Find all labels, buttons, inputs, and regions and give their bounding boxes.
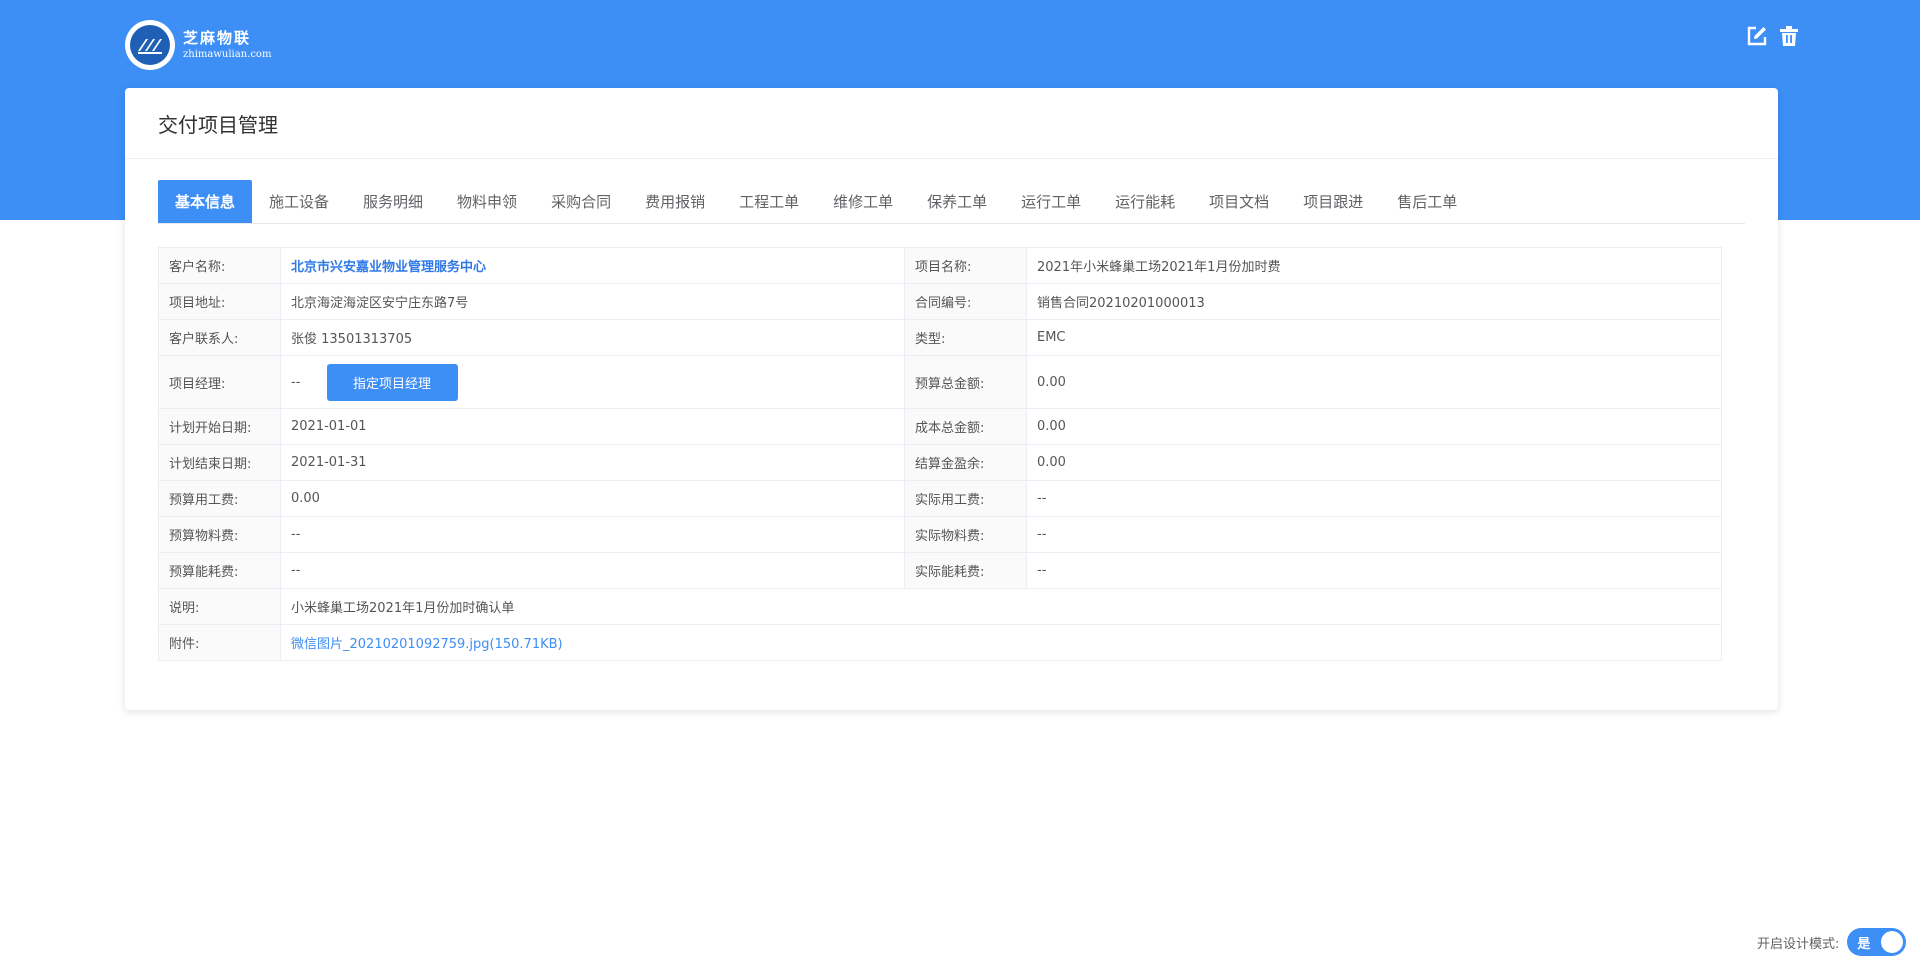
project-name-value: 2021年小米蜂巢工场2021年1月份加时费 bbox=[1027, 248, 1722, 284]
table-row: 客户名称: 北京市兴安嘉业物业管理服务中心 项目名称: 2021年小米蜂巢工场2… bbox=[159, 248, 1722, 284]
tab-service-details[interactable]: 服务明细 bbox=[346, 180, 440, 223]
design-mode-label: 开启设计模式: bbox=[1757, 933, 1839, 952]
trash-icon[interactable] bbox=[1777, 24, 1801, 48]
tab-after-sales-orders[interactable]: 售后工单 bbox=[1380, 180, 1474, 223]
logo-name: 芝麻物联 bbox=[183, 30, 271, 47]
actual-material-value: -- bbox=[1027, 517, 1722, 553]
budget-labor-label: 预算用工费: bbox=[159, 481, 281, 517]
logo-domain: zhimawulian.com bbox=[183, 49, 271, 60]
project-name-label: 项目名称: bbox=[905, 248, 1027, 284]
customer-name-label: 客户名称: bbox=[159, 248, 281, 284]
tab-material-requisition[interactable]: 物料申领 bbox=[440, 180, 534, 223]
project-address-label: 项目地址: bbox=[159, 284, 281, 320]
design-mode-switch-text: 是 bbox=[1857, 933, 1870, 952]
description-label: 说明: bbox=[159, 589, 281, 625]
project-address-value: 北京海淀海淀区安宁庄东路7号 bbox=[281, 284, 905, 320]
tab-bar: 基本信息 施工设备 服务明细 物料申领 采购合同 费用报销 工程工单 维修工单 … bbox=[158, 180, 1745, 224]
tab-basic-info[interactable]: 基本信息 bbox=[158, 180, 252, 223]
switch-knob bbox=[1881, 931, 1903, 953]
tab-repair-orders[interactable]: 维修工单 bbox=[816, 180, 910, 223]
table-row: 说明: 小米蜂巢工场2021年1月份加时确认单 bbox=[159, 589, 1722, 625]
project-manager-label: 项目经理: bbox=[159, 356, 281, 409]
attachment-link[interactable]: 微信图片_20210201092759.jpg(150.71KB) bbox=[291, 637, 563, 652]
table-row: 预算能耗费: -- 实际能耗费: -- bbox=[159, 553, 1722, 589]
settle-surplus-value: 0.00 bbox=[1027, 445, 1722, 481]
budget-energy-value: -- bbox=[281, 553, 905, 589]
page-title: 交付项目管理 bbox=[158, 109, 278, 138]
type-label: 类型: bbox=[905, 320, 1027, 356]
settle-surplus-label: 结算金盈余: bbox=[905, 445, 1027, 481]
plan-start-label: 计划开始日期: bbox=[159, 409, 281, 445]
actual-energy-label: 实际能耗费: bbox=[905, 553, 1027, 589]
customer-contact-label: 客户联系人: bbox=[159, 320, 281, 356]
table-row: 计划开始日期: 2021-01-01 成本总金额: 0.00 bbox=[159, 409, 1722, 445]
tab-operation-energy[interactable]: 运行能耗 bbox=[1098, 180, 1192, 223]
budget-material-label: 预算物料费: bbox=[159, 517, 281, 553]
cost-total-label: 成本总金额: bbox=[905, 409, 1027, 445]
table-row: 附件: 微信图片_20210201092759.jpg(150.71KB) bbox=[159, 625, 1722, 661]
actual-labor-label: 实际用工费: bbox=[905, 481, 1027, 517]
actual-material-label: 实际物料费: bbox=[905, 517, 1027, 553]
table-row: 项目经理: -- 指定项目经理 预算总金额: 0.00 bbox=[159, 356, 1722, 409]
budget-total-value: 0.00 bbox=[1027, 356, 1722, 409]
customer-name-link[interactable]: 北京市兴安嘉业物业管理服务中心 bbox=[291, 260, 486, 275]
budget-energy-label: 预算能耗费: bbox=[159, 553, 281, 589]
table-row: 预算物料费: -- 实际物料费: -- bbox=[159, 517, 1722, 553]
assign-project-manager-button[interactable]: 指定项目经理 bbox=[327, 364, 458, 401]
tab-project-documents[interactable]: 项目文档 bbox=[1192, 180, 1286, 223]
table-row: 计划结束日期: 2021-01-31 结算金盈余: 0.00 bbox=[159, 445, 1722, 481]
plan-start-value: 2021-01-01 bbox=[281, 409, 905, 445]
actual-labor-value: -- bbox=[1027, 481, 1722, 517]
contract-no-label: 合同编号: bbox=[905, 284, 1027, 320]
logo-icon bbox=[125, 20, 175, 70]
plan-end-label: 计划结束日期: bbox=[159, 445, 281, 481]
attachment-label: 附件: bbox=[159, 625, 281, 661]
tab-purchase-contract[interactable]: 采购合同 bbox=[534, 180, 628, 223]
design-mode-control: 开启设计模式: 是 bbox=[1757, 928, 1906, 956]
project-manager-value: -- bbox=[291, 375, 300, 390]
edit-icon[interactable] bbox=[1745, 24, 1769, 48]
customer-contact-value: 张俊 13501313705 bbox=[281, 320, 905, 356]
design-mode-switch[interactable]: 是 bbox=[1847, 928, 1906, 956]
logo[interactable]: 芝麻物联 zhimawulian.com bbox=[125, 20, 271, 70]
cost-total-value: 0.00 bbox=[1027, 409, 1722, 445]
project-card: 交付项目管理 基本信息 施工设备 服务明细 物料申领 采购合同 费用报销 工程工… bbox=[125, 88, 1778, 710]
project-info-table: 客户名称: 北京市兴安嘉业物业管理服务中心 项目名称: 2021年小米蜂巢工场2… bbox=[158, 247, 1722, 661]
table-row: 项目地址: 北京海淀海淀区安宁庄东路7号 合同编号: 销售合同202102010… bbox=[159, 284, 1722, 320]
table-row: 客户联系人: 张俊 13501313705 类型: EMC bbox=[159, 320, 1722, 356]
description-value: 小米蜂巢工场2021年1月份加时确认单 bbox=[281, 589, 1722, 625]
tab-engineering-orders[interactable]: 工程工单 bbox=[722, 180, 816, 223]
tab-expense-reimbursement[interactable]: 费用报销 bbox=[628, 180, 722, 223]
budget-labor-value: 0.00 bbox=[281, 481, 905, 517]
card-header: 交付项目管理 bbox=[125, 88, 1778, 159]
plan-end-value: 2021-01-31 bbox=[281, 445, 905, 481]
tab-maintenance-orders[interactable]: 保养工单 bbox=[910, 180, 1004, 223]
tab-operation-orders[interactable]: 运行工单 bbox=[1004, 180, 1098, 223]
tab-construction-equipment[interactable]: 施工设备 bbox=[252, 180, 346, 223]
contract-no-value: 销售合同20210201000013 bbox=[1027, 284, 1722, 320]
tab-project-followup[interactable]: 项目跟进 bbox=[1286, 180, 1380, 223]
budget-material-value: -- bbox=[281, 517, 905, 553]
type-value: EMC bbox=[1027, 320, 1722, 356]
budget-total-label: 预算总金额: bbox=[905, 356, 1027, 409]
table-row: 预算用工费: 0.00 实际用工费: -- bbox=[159, 481, 1722, 517]
actual-energy-value: -- bbox=[1027, 553, 1722, 589]
